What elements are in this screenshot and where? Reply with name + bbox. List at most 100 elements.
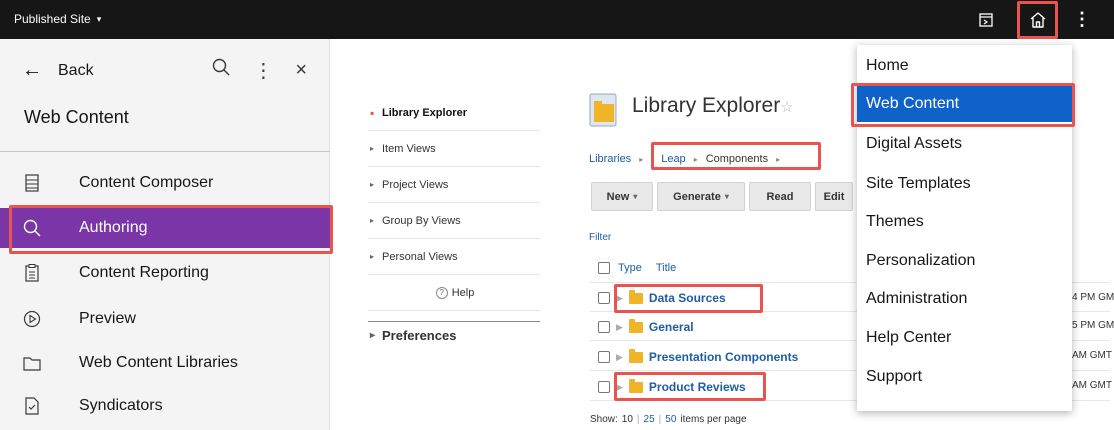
expand-icon[interactable]: ▶ [616, 322, 623, 333]
pager-option-25[interactable]: 25 [644, 414, 655, 425]
sidebar-item-content-reporting[interactable]: Content Reporting [0, 253, 330, 293]
bullet-icon: ▪ [370, 105, 375, 120]
sidebar-divider [0, 151, 330, 152]
overflow-menu-icon[interactable]: ⋮ [253, 58, 273, 83]
table-row[interactable]: ▶ Data Sources [598, 288, 726, 308]
menu-item-digital-assets[interactable]: Digital Assets [857, 126, 1072, 162]
menu-item-support[interactable]: Support [857, 359, 1072, 395]
filter-link[interactable]: Filter [589, 232, 611, 243]
read-button[interactable]: Read [749, 182, 811, 211]
row-title[interactable]: Product Reviews [649, 380, 746, 394]
row-checkbox[interactable] [598, 381, 610, 393]
nav-label: Item Views [382, 142, 436, 155]
pager-separator: | [658, 414, 662, 425]
chevron-right-icon: ▸ [370, 252, 375, 261]
edit-button[interactable]: Edit [815, 182, 853, 211]
row-time: AM GMT [1072, 350, 1112, 361]
menu-item-personalization[interactable]: Personalization [857, 243, 1072, 279]
nav-project-views[interactable]: ▸ Project Views [368, 167, 540, 203]
search-icon[interactable] [211, 57, 231, 83]
site-switcher[interactable]: Published Site ▾ [14, 12, 101, 26]
sidebar-item-label: Content Composer [79, 174, 214, 191]
site-switcher-label: Published Site [14, 12, 91, 26]
chevron-right-icon: ▸ [370, 180, 375, 189]
nav-label: Personal Views [382, 250, 458, 263]
menu-item-home[interactable]: Home [857, 48, 1072, 84]
expand-icon[interactable]: ▶ [616, 382, 623, 393]
chevron-down-icon: ▾ [724, 192, 729, 201]
sidebar-item-preview[interactable]: Preview [0, 299, 330, 339]
chevron-down-icon: ▾ [633, 192, 638, 201]
table-row[interactable]: ▶ General [598, 317, 694, 337]
chevron-right-icon: ▸ [370, 144, 375, 153]
sidebar-item-authoring[interactable]: Authoring [0, 208, 330, 248]
sidebar-item-label: Authoring [79, 219, 148, 236]
nav-label: Project Views [382, 178, 449, 191]
top-bar: Published Site ▾ ⋮ [0, 0, 1114, 39]
menu-item-site-templates[interactable]: Site Templates [857, 166, 1072, 202]
row-time: 5 PM GM [1072, 320, 1114, 331]
sidebar-item-label: Preview [79, 310, 136, 327]
row-checkbox[interactable] [598, 321, 610, 333]
menu-item-themes[interactable]: Themes [857, 204, 1072, 240]
pager-option-50[interactable]: 50 [665, 414, 676, 425]
nav-label: Help [451, 286, 475, 299]
new-button[interactable]: New ▾ [591, 182, 653, 211]
nav-label: Group By Views [382, 214, 461, 227]
nav-item-views[interactable]: ▸ Item Views [368, 131, 540, 167]
folder-icon [628, 318, 643, 333]
table-row[interactable]: ▶ Presentation Components [598, 347, 798, 367]
menu-item-web-content[interactable]: Web Content [857, 86, 1072, 122]
page-title: Library Explorer☆ [632, 94, 794, 118]
home-dropdown-menu: Home Web Content Digital Assets Site Tem… [857, 45, 1072, 411]
star-icon[interactable]: ☆ [780, 99, 793, 116]
menu-item-administration[interactable]: Administration [857, 281, 1072, 317]
menu-item-help-center[interactable]: Help Center [857, 320, 1072, 356]
search-icon [22, 218, 42, 238]
pager-separator: | [636, 414, 640, 425]
row-title[interactable]: Data Sources [649, 291, 726, 305]
breadcrumb: Libraries ▸ Leap ▸ Components ▸ [589, 153, 780, 165]
back-button[interactable]: ← Back [22, 59, 94, 82]
folder-icon [628, 289, 643, 304]
new-button-label: New [606, 190, 630, 203]
table-header: Type Title [598, 262, 676, 274]
sidebar-item-content-composer[interactable]: Content Composer [0, 163, 330, 203]
generate-button[interactable]: Generate ▾ [657, 182, 745, 211]
dashboard-icon[interactable] [972, 0, 1000, 39]
row-time: AM GMT [1072, 380, 1112, 391]
row-checkbox[interactable] [598, 351, 610, 363]
preferences-label: Preferences [382, 328, 457, 343]
folder-icon [22, 356, 42, 371]
sidebar-item-web-content-libraries[interactable]: Web Content Libraries [0, 343, 330, 383]
pager-option-10[interactable]: 10 [622, 414, 633, 425]
library-toolbar: New ▾ Generate ▾ Read Edit [591, 182, 853, 211]
column-type[interactable]: Type [618, 262, 642, 274]
table-row[interactable]: ▶ Product Reviews [598, 377, 746, 397]
sidebar-tools: ⋮ × [211, 57, 307, 83]
nav-group-by-views[interactable]: ▸ Group By Views [368, 203, 540, 239]
row-title[interactable]: General [649, 320, 694, 334]
folder-icon [628, 348, 643, 363]
nav-library-explorer[interactable]: ▪ Library Explorer [368, 95, 540, 131]
home-icon[interactable] [1017, 1, 1058, 39]
breadcrumb-leap[interactable]: Leap [661, 153, 685, 165]
sidebar-item-syndicators[interactable]: Syndicators [0, 386, 330, 426]
nav-personal-views[interactable]: ▸ Personal Views [368, 239, 540, 275]
library-navigation: ▪ Library Explorer ▸ Item Views ▸ Projec… [368, 95, 540, 349]
breadcrumb-components[interactable]: Components [706, 153, 768, 165]
preferences-toggle[interactable]: ▸ Preferences [368, 321, 540, 349]
row-title[interactable]: Presentation Components [649, 350, 798, 364]
expand-icon[interactable]: ▶ [616, 352, 623, 363]
document-check-icon [22, 397, 42, 415]
back-label: Back [58, 61, 94, 79]
column-title[interactable]: Title [656, 262, 676, 274]
overflow-menu-icon[interactable]: ⋮ [1068, 0, 1096, 39]
expand-icon[interactable]: ▶ [616, 293, 623, 304]
breadcrumb-separator-icon: ▸ [693, 154, 698, 164]
nav-help[interactable]: ? Help [368, 275, 540, 311]
select-all-checkbox[interactable] [598, 262, 610, 274]
close-icon[interactable]: × [295, 59, 307, 82]
breadcrumb-libraries[interactable]: Libraries [589, 153, 631, 165]
row-checkbox[interactable] [598, 292, 610, 304]
